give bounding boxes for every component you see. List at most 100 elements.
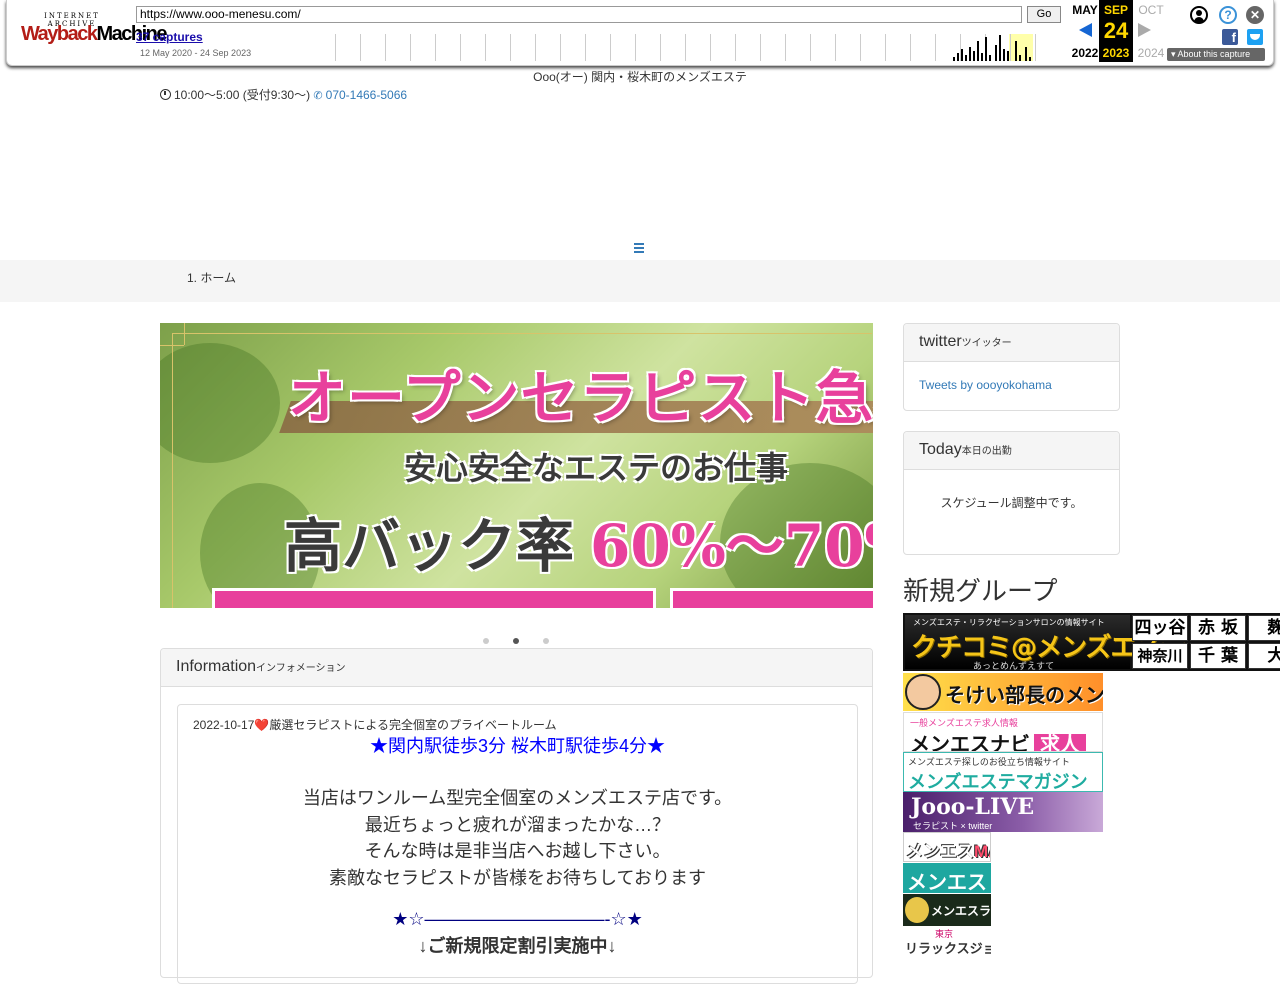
today-schedule-text: スケジュール調整中です。 [940,496,1083,510]
wayback-next-year[interactable]: 2024 [1134,46,1168,60]
capture-bar[interactable] [953,57,955,61]
intro-line: 素敵なセラピストが皆様をお待ちしております [329,867,706,888]
capture-bar[interactable] [957,53,959,61]
slide-rate-value: 60%～70% [590,512,873,580]
ad-live-main: Jooo-LIVE [911,794,1035,820]
capture-bar[interactable] [961,49,963,61]
ad-love-emblem-icon [905,897,929,923]
today-header: Today本日の出勤 [904,432,1119,470]
breadcrumb-home[interactable]: 1. ホーム [187,269,236,286]
capture-bar[interactable] [1003,49,1005,61]
facebook-icon[interactable]: f [1222,29,1238,45]
capture-bar[interactable] [1025,47,1027,61]
ad-menesu-map[interactable]: メンエスMAP [903,832,991,862]
ad-jooo-live[interactable]: Jooo-LIVE セラピスト × twitter [903,792,1103,832]
ad-mens-esthe-magazine[interactable]: メンズエステ探しのお役立ち情報サイト メンズエステマガジン [903,752,1103,792]
wayback-captures-link[interactable]: 37 captures [136,30,203,44]
ad-area-chiba[interactable]: 千 葉 [1190,643,1246,669]
business-hours: 10:00～5:00 (受付9:30～) [174,88,311,102]
twitter-icon[interactable] [1247,29,1263,45]
carousel-dot[interactable] [483,638,489,644]
capture-bar[interactable] [995,45,997,61]
ad-menesu-love[interactable]: メンエスラブ [903,894,991,926]
year-divider [460,34,461,61]
ad-area-kanagawa[interactable]: 神奈川 [1132,643,1188,669]
user-icon[interactable] [1190,6,1208,24]
year-divider [910,34,911,61]
year-divider [535,34,536,61]
information-body: ★関内駅徒歩3分 桜木町駅徒歩4分★ 当店はワンルーム型完全個室のメンズエステ店… [178,733,857,959]
wayback-current-month: SEP [1103,3,1128,17]
capture-bar[interactable] [1015,41,1017,61]
capture-bar[interactable] [1007,51,1009,61]
year-divider [610,34,611,61]
intro-line: 最近ちょっと疲れが溜まったかな…？ [364,814,671,835]
ad-relax-job[interactable]: 東京 リラックスジョブ [903,927,991,957]
ad-soukei-menesu-navi[interactable]: そけい部長のメンエスナビ [903,673,1103,711]
ad-live-sub: セラピスト × twitter [913,821,993,831]
wayback-current-date: SEP 24 2023 [1099,0,1133,62]
ad-map-a: メンエス [906,842,974,861]
hero-carousel[interactable]: オープンセラピスト急募 安心安全なエステのお仕事 高バック率60%～70% [160,323,873,608]
close-icon[interactable]: ✕ [1246,6,1264,24]
capture-bar[interactable] [973,51,975,61]
year-divider [510,34,511,61]
ad-kyujin-main: メンエスナビ [910,734,1030,752]
ad-area-kojimachi[interactable]: 麹 [1248,615,1280,641]
ad-area-yotsuya[interactable]: 四ッ谷 [1132,615,1188,641]
slide-headline: オープンセラピスト急募 [288,364,873,432]
information-subtitle: インフォメーション [256,663,346,674]
capture-bar[interactable] [965,55,967,61]
year-divider [335,34,336,61]
ad-area-akasaka[interactable]: 赤 坂 [1190,615,1246,641]
carousel-dot[interactable] [543,638,549,644]
twitter-panel: twitterツイッター Tweets by oooyokohama [903,323,1120,411]
ad-kuchikomi-mensesthe[interactable]: メンズエステ・リラクゼーションサロンの情報サイト クチコミ@メンズエステ あっと… [903,613,1280,671]
wayback-current-year: 2023 [1102,46,1130,60]
year-divider [660,34,661,61]
wayback-prev-year[interactable]: 2022 [1068,46,1102,60]
capture-bar[interactable] [985,37,987,61]
wayback-prev-arrow-icon[interactable] [1079,23,1092,37]
intro-paragraph: 当店はワンルーム型完全個室のメンズエステ店です。 最近ちょっと疲れが溜まったかな… [178,785,857,891]
capture-bar[interactable] [977,41,979,61]
information-card: 2022-10-17❤️厳選セラピストによる完全個室のプライベートルーム ★関内… [177,704,858,984]
ad-menesu[interactable]: メンエス [903,863,991,893]
menu-toggle-icon[interactable] [634,243,646,255]
campaign-line: ↓ご新規限定割引実施中↓ [418,936,617,956]
year-divider [885,34,886,61]
capture-bar[interactable] [989,55,991,61]
wayback-go-button[interactable]: Go [1027,6,1061,23]
site-hours-row: 10:00～5:00 (受付9:30～) ✆ 070-1466-5066 [160,86,407,103]
ad-magazine-small: メンズエステ探しのお役立ち情報サイト [908,757,1070,767]
capture-bar[interactable] [1029,57,1031,61]
year-divider [385,34,386,61]
ad-soukei-text: そけい部長のメンエスナビ [945,685,1103,707]
carousel-dot[interactable] [513,638,519,644]
wayback-next-month[interactable]: OCT [1134,3,1168,17]
phone-link[interactable]: 070-1466-5066 [326,88,407,102]
help-icon[interactable]: ? [1219,6,1237,24]
about-capture-button[interactable]: ▾ About this capture [1167,48,1265,61]
ad-magazine-main: メンズエステマガジン [908,772,1088,792]
wayback-next-arrow-icon[interactable] [1138,23,1151,37]
wayback-sparkline[interactable] [335,34,1057,61]
ad-menesu-text: メンエス [907,872,987,893]
wayback-url-input[interactable]: https://www.ooo-menesu.com/ [136,6,1022,23]
capture-bar[interactable] [999,35,1001,61]
ad-menesu-navi-kyujin[interactable]: 一般メンズエステ求人情報 メンエスナビ 求人 [903,712,1103,752]
capture-bar[interactable] [1019,55,1021,61]
twitter-subtitle: ツイッター [961,338,1012,349]
year-divider [485,34,486,61]
year-divider [585,34,586,61]
wayback-prev-month[interactable]: MAY [1068,3,1102,17]
year-divider [785,34,786,61]
capture-bar[interactable] [969,47,971,61]
wayback-logo[interactable]: INTERNET ARCHIVE WaybackMachine [21,10,167,50]
clock-icon [160,89,171,100]
year-divider [1035,34,1036,61]
access-line: ★関内駅徒歩3分 桜木町駅徒歩4分★ [369,736,666,756]
capture-bar[interactable] [981,53,983,61]
ad-area-omiya[interactable]: 大 [1248,643,1280,669]
twitter-timeline-link[interactable]: Tweets by oooyokohama [919,378,1052,392]
